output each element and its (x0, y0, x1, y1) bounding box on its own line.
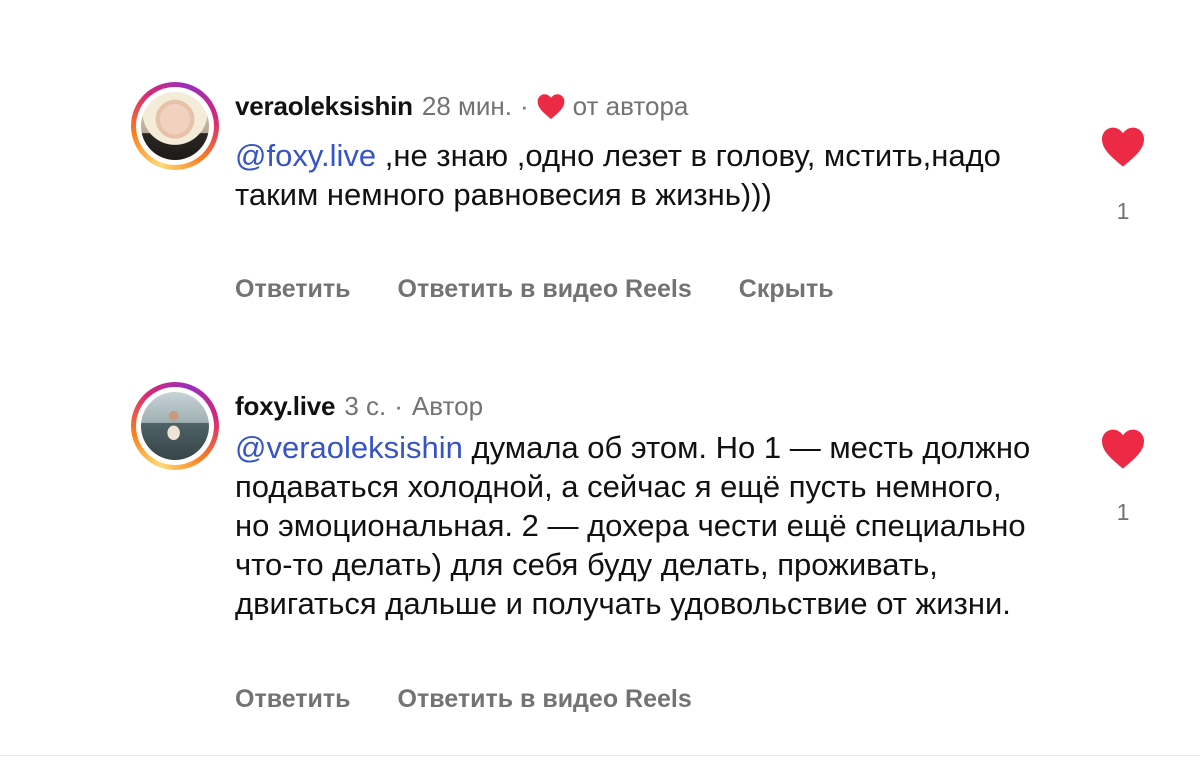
avatar[interactable] (141, 392, 209, 460)
comment-actions: Ответить Ответить в видео Reels (235, 685, 739, 714)
like-count[interactable]: 1 (1098, 499, 1148, 526)
hide-button[interactable]: Скрыть (739, 275, 834, 304)
avatar-story-ring[interactable] (131, 382, 219, 470)
comment-meta: veraoleksishin 28 мин. · от автора (235, 91, 688, 121)
comment-text: @veraoleksishin думала об этом. Но 1 — м… (235, 428, 1035, 623)
timestamp: 3 с. (344, 390, 387, 421)
timestamp: 28 мин. (421, 90, 512, 121)
separator: · (519, 90, 529, 121)
avatar-story-ring[interactable] (131, 82, 219, 170)
reply-reels-button[interactable]: Ответить в видео Reels (398, 275, 692, 304)
divider (0, 755, 1200, 756)
like-count[interactable]: 1 (1098, 198, 1148, 225)
author-badge: Автор (411, 390, 484, 421)
reply-reels-button[interactable]: Ответить в видео Reels (398, 685, 692, 714)
heart-icon (537, 94, 565, 120)
like-heart-icon[interactable] (1098, 426, 1148, 470)
separator: · (394, 390, 403, 421)
avatar[interactable] (141, 92, 209, 160)
comment-actions: Ответить Ответить в видео Reels Скрыть (235, 275, 881, 304)
comment-text: @foxy.live ,не знаю ,одно лезет в голову… (235, 136, 1035, 214)
username[interactable]: foxy.live (235, 391, 336, 422)
username[interactable]: veraoleksishin (235, 91, 413, 122)
comment-meta: foxy.live 3 с. · Автор (235, 391, 483, 421)
mention-link[interactable]: @veraoleksishin (235, 430, 463, 465)
reply-button[interactable]: Ответить (235, 685, 351, 714)
reply-button[interactable]: Ответить (235, 275, 351, 304)
author-liked-label: от автора (572, 90, 689, 121)
mention-link[interactable]: @foxy.live (235, 138, 376, 173)
like-heart-icon[interactable] (1098, 124, 1148, 168)
